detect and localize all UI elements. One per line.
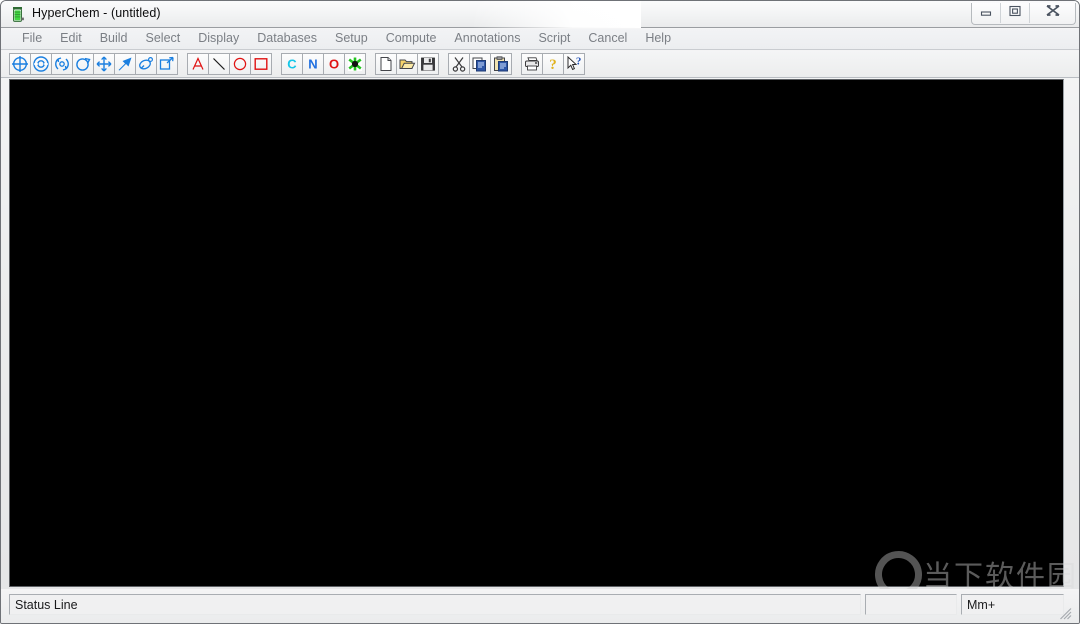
svg-text:?: ? [549,57,557,73]
menu-item-cancel[interactable]: Cancel [579,30,636,48]
window-controls [971,3,1076,25]
rotate-in-plane-tool[interactable] [51,53,73,75]
printer-icon [523,55,541,73]
status-method-panel: Mm+ [961,594,1064,615]
text-annotation-tool[interactable] [187,53,209,75]
minimize-icon [979,4,993,22]
toolbar-group-file-actions [375,53,439,75]
floppy-disk-icon [419,55,437,73]
menu-item-help[interactable]: Help [636,30,680,48]
save-file-button[interactable] [417,53,439,75]
beaker-icon [9,6,26,23]
zoom-box-arrow-icon [158,55,176,73]
crosshair-circle-icon [11,55,29,73]
molecule-workspace[interactable] [9,79,1064,587]
menu-item-select[interactable]: Select [137,30,190,48]
menu-item-script[interactable]: Script [529,30,579,48]
restore-button[interactable] [1001,3,1030,23]
rectangle-annotation-tool[interactable] [250,53,272,75]
zoom-tool[interactable] [72,53,94,75]
letter-o-icon: O [325,55,343,73]
status-line-panel: Status Line [9,594,861,615]
open-file-button[interactable] [396,53,418,75]
square-outline-icon [252,55,270,73]
question-mark-icon: ? [544,55,562,73]
paste-button[interactable] [490,53,512,75]
toolbar-group-element-palette: C N O [281,53,366,75]
concentric-circle-icon [32,55,50,73]
element-generic-button[interactable] [344,53,366,75]
diagonal-line-icon [210,55,228,73]
menu-item-setup[interactable]: Setup [326,30,377,48]
status-bar: Status Line Mm+ [1,589,1079,623]
svg-text:N: N [308,57,317,72]
arrow-pointer-icon [116,55,134,73]
draw-tool[interactable] [114,53,136,75]
ellipse-annotation-tool[interactable] [229,53,251,75]
svg-text:?: ? [576,56,582,68]
resize-grip-icon[interactable] [1059,607,1072,620]
translate-tool[interactable] [93,53,115,75]
title-bar-sheen [471,1,641,28]
magnify-dumbbell-icon [137,55,155,73]
scissors-icon [450,55,468,73]
menu-item-display[interactable]: Display [189,30,248,48]
new-document-icon [377,55,395,73]
menu-item-annotations[interactable]: Annotations [445,30,529,48]
restore-icon [1008,4,1022,22]
letter-n-icon: N [304,55,322,73]
svg-text:O: O [329,57,339,72]
rotate-arrows-icon [53,55,71,73]
letter-a-icon [189,55,207,73]
element-nitrogen-button[interactable]: N [302,53,324,75]
menu-item-databases[interactable]: Databases [248,30,326,48]
workspace-canvas[interactable] [10,80,1063,586]
new-file-button[interactable] [375,53,397,75]
element-oxygen-button[interactable]: O [323,53,345,75]
arrow-question-icon: ? [565,55,583,73]
circle-outline-icon [231,55,249,73]
letter-c-icon: C [283,55,301,73]
zoom-box-tool[interactable] [156,53,178,75]
help-button[interactable]: ? [542,53,564,75]
copy-button[interactable] [469,53,491,75]
green-asterisk-icon [346,55,364,73]
cut-button[interactable] [448,53,470,75]
clipboard-icon [492,55,510,73]
status-secondary-panel [865,594,957,615]
menu-bar: File Edit Build Select Display Databases… [1,29,1079,50]
toolbar-group-tool-selection [9,53,178,75]
toolbar-group-clipboard-actions [448,53,512,75]
context-help-button[interactable]: ? [563,53,585,75]
circular-arrow-icon [74,55,92,73]
toolbar-group-annotation-shapes [187,53,272,75]
application-window: HyperChem - (untitled) File Edit Build S… [0,0,1080,624]
line-annotation-tool[interactable] [208,53,230,75]
title-bar[interactable]: HyperChem - (untitled) [1,1,1079,28]
rotate-out-of-plane-tool[interactable] [30,53,52,75]
open-folder-icon [398,55,416,73]
menu-item-file[interactable]: File [13,30,51,48]
copy-pages-icon [471,55,489,73]
window-title: HyperChem - (untitled) [32,6,161,20]
close-button[interactable] [1030,3,1075,23]
close-icon [1044,4,1062,22]
magnify-tool[interactable] [135,53,157,75]
select-tool[interactable] [9,53,31,75]
toolbar-group-print-help-actions: ? ? [521,53,585,75]
menu-item-edit[interactable]: Edit [51,30,91,48]
menu-item-compute[interactable]: Compute [377,30,446,48]
print-button[interactable] [521,53,543,75]
menu-item-build[interactable]: Build [91,30,137,48]
toolbar: C N O ? ? [1,51,1079,78]
minimize-button[interactable] [972,3,1001,23]
four-way-arrow-icon [95,55,113,73]
element-carbon-button[interactable]: C [281,53,303,75]
svg-text:C: C [287,57,297,72]
